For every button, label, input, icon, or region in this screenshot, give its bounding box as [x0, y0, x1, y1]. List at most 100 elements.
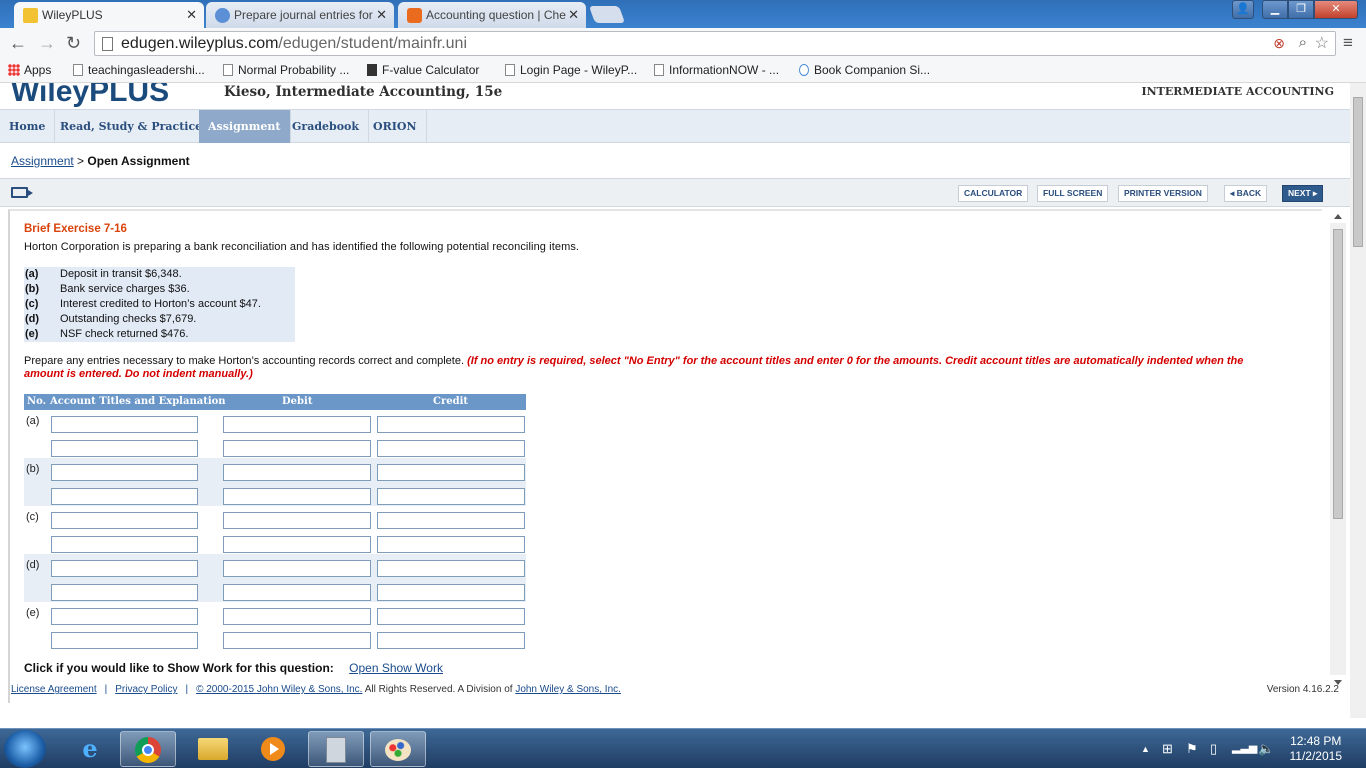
file-explorer-icon[interactable]: [185, 731, 241, 767]
close-window-button[interactable]: ✕: [1314, 0, 1358, 19]
privacy-policy-link[interactable]: Privacy Policy: [115, 684, 177, 695]
account-title-input[interactable]: [51, 488, 198, 505]
nav-orion[interactable]: ORION: [364, 110, 427, 143]
printer-version-button[interactable]: PRINTER VERSION: [1118, 185, 1208, 202]
debit-input[interactable]: [223, 632, 371, 649]
tab-wileyplus[interactable]: WileyPLUS ✕: [14, 2, 204, 28]
url-text: edugen.wileyplus.com/edugen/student/main…: [121, 35, 467, 53]
nav-gradebook[interactable]: Gradebook: [283, 110, 369, 143]
address-bar[interactable]: edugen.wileyplus.com/edugen/student/main…: [94, 31, 1336, 56]
bookmark-apps[interactable]: Apps: [8, 63, 51, 77]
debit-input[interactable]: [223, 560, 371, 577]
account-title-input[interactable]: [51, 464, 198, 481]
next-button[interactable]: NEXT ▸: [1282, 185, 1324, 202]
debit-input[interactable]: [223, 536, 371, 553]
tab-accounting-question[interactable]: Accounting question | Che ✕: [398, 2, 586, 28]
back-button[interactable]: ◂ BACK: [1224, 185, 1268, 202]
system-clock[interactable]: 12:48 PM 11/2/2015: [1290, 734, 1343, 764]
new-tab-button[interactable]: [588, 6, 626, 23]
account-title-input[interactable]: [51, 584, 198, 601]
paint-icon[interactable]: [370, 731, 426, 767]
expand-panel-icon[interactable]: [11, 187, 33, 198]
volume-muted-icon[interactable]: 🔈: [1258, 741, 1274, 757]
credit-input[interactable]: [377, 536, 525, 553]
show-hidden-icons-chevron-icon[interactable]: ▲: [1141, 744, 1150, 754]
account-title-input[interactable]: [51, 416, 198, 433]
credit-input[interactable]: [377, 584, 525, 601]
page-scrollbar[interactable]: [1350, 83, 1366, 718]
windows-flag-icon[interactable]: ⊞: [1162, 741, 1173, 757]
media-player-icon[interactable]: [245, 731, 301, 767]
scrollbar-thumb[interactable]: [1333, 229, 1343, 519]
reconciling-items-list: (a) Deposit in transit $6,348. (b) Bank se…: [24, 267, 295, 342]
debit-input[interactable]: [223, 608, 371, 625]
bookmark-item[interactable]: InformationNOW - ...: [654, 63, 779, 77]
maximize-button[interactable]: ❐: [1288, 0, 1314, 19]
credit-input[interactable]: [377, 440, 525, 457]
forward-arrow-icon[interactable]: →: [38, 33, 56, 53]
full-screen-button[interactable]: FULL SCREEN: [1037, 185, 1109, 202]
copyright-link[interactable]: © 2000-2015 John Wiley & Sons, Inc.: [196, 684, 362, 695]
zoom-icon[interactable]: ⌕: [1299, 34, 1307, 51]
chrome-icon[interactable]: [120, 731, 176, 767]
bookmark-item[interactable]: Book Companion Si...: [799, 63, 930, 77]
user-profile-icon[interactable]: 👤: [1232, 0, 1254, 19]
footer-links: License Agreement | Privacy Policy | © 2000-…: [11, 684, 621, 695]
credit-input[interactable]: [377, 632, 525, 649]
scroll-up-icon[interactable]: [1334, 214, 1342, 219]
bookmark-item[interactable]: F-value Calculator: [367, 63, 479, 77]
bookmark-label: Apps: [24, 63, 52, 77]
minimize-button[interactable]: ▁: [1262, 0, 1288, 19]
clock-time: 12:48 PM: [1290, 734, 1342, 748]
breadcrumb-assignment-link[interactable]: Assignment: [11, 154, 74, 168]
bookmark-label: Book Companion Si...: [814, 63, 931, 77]
license-agreement-link[interactable]: License Agreement: [11, 684, 97, 695]
nav-home[interactable]: Home: [0, 110, 56, 143]
battery-icon[interactable]: ▯: [1210, 741, 1217, 757]
credit-input[interactable]: [377, 608, 525, 625]
calculator-app-icon[interactable]: [308, 731, 364, 767]
frame-scrollbar[interactable]: [1330, 214, 1346, 685]
credit-input[interactable]: [377, 512, 525, 529]
account-title-input[interactable]: [51, 560, 198, 577]
calculator-button[interactable]: CALCULATOR: [958, 185, 1029, 202]
account-title-input[interactable]: [51, 536, 198, 553]
bookmark-star-icon[interactable]: ☆: [1315, 33, 1329, 53]
signal-icon[interactable]: ▂▃▅: [1232, 741, 1257, 754]
menu-icon[interactable]: ≡: [1343, 33, 1353, 53]
account-title-input[interactable]: [51, 608, 198, 625]
debit-input[interactable]: [223, 440, 371, 457]
credit-input[interactable]: [377, 416, 525, 433]
internet-explorer-icon[interactable]: e: [62, 731, 118, 767]
credit-input[interactable]: [377, 560, 525, 577]
debit-input[interactable]: [223, 512, 371, 529]
open-show-work-link[interactable]: Open Show Work: [349, 661, 443, 675]
close-tab-icon[interactable]: ✕: [568, 7, 579, 23]
credit-input[interactable]: [377, 464, 525, 481]
reload-icon[interactable]: ↻: [66, 33, 81, 53]
action-center-flag-icon[interactable]: ⚑: [1186, 741, 1198, 757]
debit-input[interactable]: [223, 584, 371, 601]
debit-input[interactable]: [223, 464, 371, 481]
nav-read-study-practice[interactable]: Read, Study & Practice: [51, 110, 213, 143]
account-title-input[interactable]: [51, 512, 198, 529]
account-title-input[interactable]: [51, 440, 198, 457]
back-arrow-icon[interactable]: ←: [9, 33, 27, 53]
wiley-division-link[interactable]: John Wiley & Sons, Inc.: [515, 684, 621, 695]
tab-prepare-journal[interactable]: Prepare journal entries for ✕: [206, 2, 394, 28]
debit-input[interactable]: [223, 488, 371, 505]
account-title-input[interactable]: [51, 632, 198, 649]
scrollbar-thumb[interactable]: [1353, 97, 1363, 247]
bookmark-item[interactable]: Normal Probability ...: [223, 63, 349, 77]
start-button[interactable]: [4, 730, 46, 768]
close-tab-icon[interactable]: ✕: [376, 7, 387, 23]
bookmark-item[interactable]: teachingasleadershi...: [73, 63, 205, 77]
bookmark-label: teachingasleadershi...: [88, 63, 205, 77]
blocked-popup-icon[interactable]: ⊗: [1273, 35, 1285, 52]
nav-assignment[interactable]: Assignment: [199, 110, 291, 143]
debit-input[interactable]: [223, 416, 371, 433]
close-tab-icon[interactable]: ✕: [186, 7, 197, 23]
browser-toolbar: ← → ↻ edugen.wileyplus.com/edugen/studen…: [0, 28, 1366, 59]
bookmark-item[interactable]: Login Page - WileyP...: [505, 63, 637, 77]
credit-input[interactable]: [377, 488, 525, 505]
